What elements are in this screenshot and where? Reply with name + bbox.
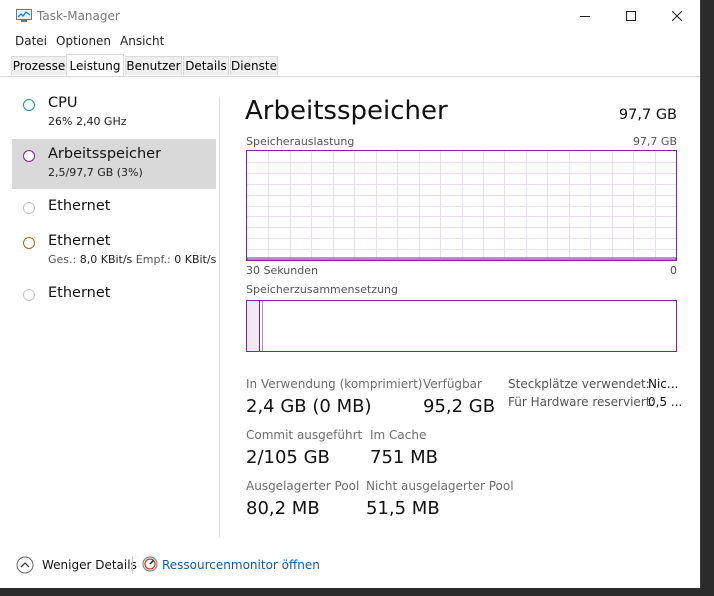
time-axis-end: 0 bbox=[670, 264, 677, 277]
resource-monitor-icon[interactable] bbox=[142, 556, 158, 572]
sidebar-item-memory[interactable]: Arbeitsspeicher 2,5/97,7 GB (3%) bbox=[12, 139, 216, 189]
menu-optionen[interactable]: Optionen bbox=[56, 34, 111, 48]
usage-line bbox=[247, 257, 676, 260]
tab-benutzer[interactable]: Benutzer bbox=[125, 56, 182, 75]
window-title: Task-Manager bbox=[37, 9, 120, 23]
paged-pool-value: 80,2 MB bbox=[246, 498, 320, 519]
sidebar-item-title: Arbeitsspeicher bbox=[48, 146, 162, 162]
slots-value: Nic... bbox=[648, 377, 679, 391]
composition-in-use bbox=[247, 301, 260, 351]
commit-label: Commit ausgeführt bbox=[246, 428, 363, 442]
footer-divider bbox=[132, 556, 133, 574]
composition-modified bbox=[260, 301, 263, 351]
close-button[interactable] bbox=[654, 0, 700, 32]
commit-value: 2/105 GB bbox=[246, 447, 330, 468]
hw-reserved-value: 0,5 ... bbox=[648, 395, 683, 409]
hw-reserved-label: Für Hardware reserviert: bbox=[508, 395, 655, 409]
sidebar-item-title: Ethernet bbox=[48, 198, 111, 214]
maximize-icon bbox=[626, 11, 636, 21]
usage-graph-grid bbox=[247, 151, 676, 260]
usage-chart-label: Speicherauslastung bbox=[246, 135, 355, 148]
chevron-up-icon[interactable] bbox=[16, 556, 34, 574]
menu-bar: Datei Optionen Ansicht bbox=[0, 32, 700, 51]
minimize-icon bbox=[580, 16, 590, 17]
send-value: 8,0 KBit/s bbox=[79, 253, 133, 266]
maximize-button[interactable] bbox=[608, 0, 654, 32]
sidebar-divider bbox=[219, 97, 220, 537]
task-manager-window: Task-Manager Datei Optionen Ansicht Proz… bbox=[0, 0, 701, 588]
sidebar-item-title: CPU bbox=[48, 95, 78, 111]
menu-datei[interactable]: Datei bbox=[15, 34, 47, 48]
nonpaged-pool-label: Nicht ausgelagerter Pool bbox=[366, 479, 514, 493]
available-label: Verfügbar bbox=[423, 377, 482, 391]
time-axis-start: 30 Sekunden bbox=[246, 264, 318, 277]
composition-label: Speicherzusammensetzung bbox=[246, 283, 398, 296]
in-use-value: 2,4 GB (0 MB) bbox=[246, 396, 372, 417]
paged-pool-label: Ausgelagerter Pool bbox=[246, 479, 360, 493]
minimize-button[interactable] bbox=[562, 0, 608, 32]
sidebar-item-cpu[interactable]: CPU 26% 2,40 GHz bbox=[12, 90, 216, 135]
in-use-label: In Verwendung (komprimiert) bbox=[246, 377, 423, 391]
sidebar-item-subtitle: 2,5/97,7 GB (3%) bbox=[48, 166, 143, 179]
cpu-indicator-icon bbox=[23, 99, 35, 111]
cache-label: Im Cache bbox=[370, 428, 427, 442]
sidebar-item-title: Ethernet bbox=[48, 233, 111, 249]
memory-composition-bar bbox=[246, 300, 677, 352]
total-memory: 97,7 GB bbox=[618, 107, 677, 123]
usage-chart-max: 97,7 GB bbox=[632, 135, 677, 148]
tab-dienste[interactable]: Dienste bbox=[230, 56, 278, 75]
send-label: Ges.: bbox=[48, 253, 77, 266]
tab-leistung[interactable]: Leistung bbox=[66, 54, 124, 76]
nonpaged-pool-value: 51,5 MB bbox=[366, 498, 440, 519]
task-manager-icon bbox=[16, 9, 32, 22]
menu-ansicht[interactable]: Ansicht bbox=[120, 34, 164, 48]
open-resource-monitor-link[interactable]: Ressourcenmonitor öffnen bbox=[162, 558, 320, 572]
memory-usage-graph bbox=[246, 150, 677, 261]
tab-prozesse[interactable]: Prozesse bbox=[11, 56, 67, 75]
ethernet-indicator-icon bbox=[23, 289, 35, 301]
memory-indicator-icon bbox=[23, 150, 35, 162]
sidebar-item-ethernet-2[interactable]: Ethernet Ges.: 8,0 KBit/s Empf.: 0 KBit/… bbox=[12, 232, 216, 272]
cache-value: 751 MB bbox=[370, 447, 438, 468]
sidebar-item-subtitle: Ges.: 8,0 KBit/s Empf.: 0 KBit/s bbox=[48, 253, 216, 266]
tab-bar: Prozesse Leistung Benutzer Details Diens… bbox=[0, 54, 700, 77]
sidebar-item-title: Ethernet bbox=[48, 285, 111, 301]
title-bar: Task-Manager bbox=[0, 0, 700, 32]
slots-label: Steckplätze verwendet: bbox=[508, 377, 650, 391]
footer: Weniger Details Ressourcenmonitor öffnen bbox=[0, 548, 700, 582]
receive-label: Empf.: bbox=[135, 253, 171, 266]
tab-details[interactable]: Details bbox=[183, 56, 229, 75]
sidebar-item-ethernet-1[interactable]: Ethernet bbox=[12, 196, 216, 222]
less-details-button[interactable]: Weniger Details bbox=[42, 558, 137, 572]
close-icon bbox=[672, 11, 682, 21]
ethernet-indicator-icon bbox=[23, 202, 35, 214]
ethernet-indicator-icon bbox=[23, 237, 35, 249]
available-value: 95,2 GB bbox=[423, 396, 496, 417]
page-title: Arbeitsspeicher bbox=[245, 96, 448, 126]
sidebar-item-ethernet-3[interactable]: Ethernet bbox=[12, 283, 216, 309]
receive-value: 0 KBit/s bbox=[174, 253, 217, 266]
sidebar-item-subtitle: 26% 2,40 GHz bbox=[48, 115, 127, 128]
